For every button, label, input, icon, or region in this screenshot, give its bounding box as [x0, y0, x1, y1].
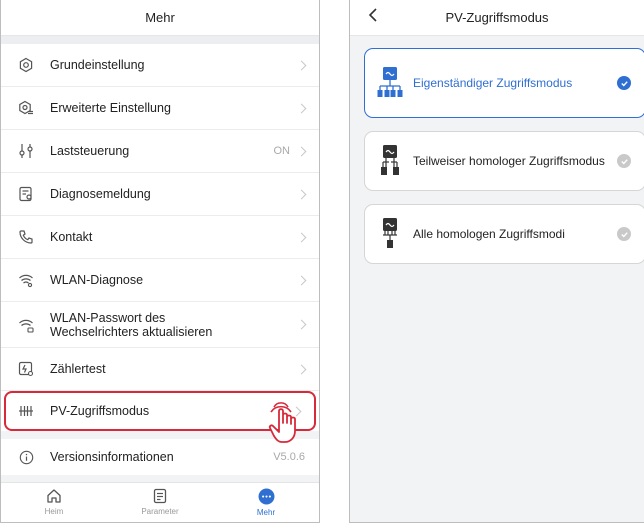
advanced-settings-icon	[17, 99, 35, 117]
phone-icon	[17, 228, 35, 246]
menu-item-grundeinstellung[interactable]: Grundeinstellung	[1, 44, 319, 87]
tab-parameter[interactable]: Parameter	[107, 483, 213, 522]
wifi-diagnosis-icon	[17, 271, 35, 289]
menu-item-label: WLAN-Passwort des Wechselrichters aktual…	[50, 310, 213, 339]
menu-item-pv-zugriffsmodus[interactable]: PV-Zugriffsmodus	[4, 391, 316, 443]
menu-item-label: Diagnosemeldung	[50, 187, 151, 201]
check-icon	[617, 76, 631, 90]
menu-item-wlan-passwort[interactable]: WLAN-Passwort des Wechselrichters aktual…	[1, 302, 319, 348]
top-bar: Mehr	[1, 0, 319, 36]
top-bar: PV-Zugriffsmodus	[350, 0, 644, 36]
load-control-status: ON	[273, 145, 291, 157]
check-icon	[617, 227, 631, 241]
mode-option-standalone[interactable]: Eigenständiger Zugriffsmodus	[364, 48, 644, 118]
meter-test-icon	[17, 360, 35, 378]
mode-label: Teilweiser homologer Zugriffsmodus	[413, 154, 605, 168]
page-title: PV-Zugriffsmodus	[445, 10, 549, 25]
chevron-right-icon	[296, 232, 307, 242]
more-screen: Mehr Grundeinstellung Erweiterte Einstel…	[0, 0, 320, 523]
chevron-right-icon	[296, 146, 307, 156]
tab-mehr[interactable]: Mehr	[213, 483, 319, 522]
version-value: V5.0.6	[273, 451, 305, 463]
tab-heim[interactable]: Heim	[1, 483, 107, 522]
menu-item-kontakt[interactable]: Kontakt	[1, 216, 319, 259]
mode-label: Alle homologen Zugriffsmodi	[413, 227, 565, 241]
parameter-icon	[153, 488, 167, 504]
menu-item-label: Erweiterte Einstellung	[50, 101, 171, 115]
menu-item-label: Kontakt	[50, 230, 93, 244]
tab-label: Heim	[44, 507, 64, 516]
chevron-right-icon	[296, 60, 307, 70]
chevron-right-icon	[296, 189, 307, 199]
mode-label: Eigenständiger Zugriffsmodus	[413, 76, 573, 90]
wifi-password-icon	[17, 316, 35, 334]
chevron-right-icon	[296, 319, 307, 330]
menu-item-label: Zählertest	[50, 362, 106, 376]
mode-list: Eigenständiger Zugriffsmodus Teilweiser …	[350, 36, 644, 264]
check-icon	[617, 154, 631, 168]
menu-item-laststeuerung[interactable]: Laststeuerung ON	[1, 130, 319, 173]
load-control-icon	[17, 142, 35, 160]
pv-access-mode-icon	[17, 402, 35, 420]
chevron-right-icon	[296, 103, 307, 113]
pointing-hand-icon	[268, 402, 296, 443]
menu-item-zaehlertest[interactable]: Zählertest	[1, 348, 319, 391]
version-label: Versionsinformationen	[50, 450, 174, 464]
mode-option-partial-homologous[interactable]: Teilweiser homologer Zugriffsmodus	[364, 131, 644, 191]
standalone-access-icon	[377, 67, 403, 97]
info-icon	[17, 448, 35, 466]
all-homologous-access-icon	[383, 218, 397, 248]
menu-item-label: PV-Zugriffsmodus	[50, 404, 150, 418]
chevron-right-icon	[296, 364, 307, 374]
tab-label: Parameter	[141, 507, 179, 516]
mode-option-all-homologous[interactable]: Alle homologen Zugriffsmodi	[364, 204, 644, 264]
partial-homologous-access-icon	[381, 145, 399, 175]
home-icon	[47, 489, 61, 503]
diagnosis-report-icon	[17, 185, 35, 203]
menu-item-wlan-diagnose[interactable]: WLAN-Diagnose	[1, 259, 319, 302]
chevron-right-icon	[296, 275, 307, 285]
more-icon	[258, 488, 274, 505]
settings-icon	[17, 56, 35, 74]
tab-label: Mehr	[256, 508, 276, 517]
page-title: Mehr	[145, 10, 175, 25]
settings-menu: Grundeinstellung Erweiterte Einstellung …	[1, 44, 319, 443]
bottom-tab-bar: Heim Parameter Mehr	[1, 482, 319, 522]
menu-item-erweiterte-einstellung[interactable]: Erweiterte Einstellung	[1, 87, 319, 130]
back-arrow-icon[interactable]	[368, 7, 378, 26]
pv-access-mode-screen: PV-Zugriffsmodus Eigenständiger Zugriffs…	[349, 0, 644, 523]
menu-item-label: Laststeuerung	[50, 144, 130, 158]
separator	[1, 36, 319, 44]
menu-item-label: WLAN-Diagnose	[50, 273, 144, 287]
menu-item-label: Grundeinstellung	[50, 58, 145, 72]
menu-item-diagnosemeldung[interactable]: Diagnosemeldung	[1, 173, 319, 216]
